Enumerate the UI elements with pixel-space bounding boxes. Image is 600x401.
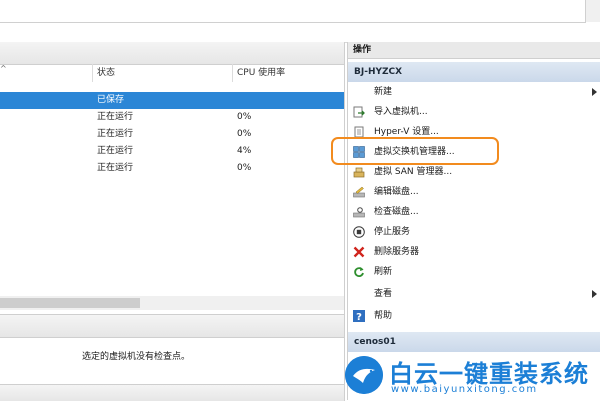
vm-cpu: 0% <box>237 112 252 122</box>
action-label: 停止服务 <box>374 227 411 237</box>
delete-icon <box>353 246 365 258</box>
action-inspect-disk[interactable]: 检查磁盘... <box>348 202 600 222</box>
vm-row[interactable]: 正在运行 0% <box>0 109 344 126</box>
checkpoints-header <box>0 315 344 338</box>
inspect-disk-icon <box>353 207 365 218</box>
action-label: 导入虚拟机... <box>374 107 428 117</box>
vm-cpu: 0% <box>237 129 252 139</box>
actions-pane: 操作 BJ-HYZCX 新建 导入虚拟机... Hyper-V 设置... 虚拟… <box>347 42 600 400</box>
vm-cpu: 4% <box>237 146 252 156</box>
vm-row[interactable]: 正在运行 0% <box>0 160 344 177</box>
column-separator <box>92 64 93 82</box>
submenu-arrow-icon <box>592 88 597 96</box>
vm-state: 正在运行 <box>97 146 134 156</box>
refresh-icon <box>354 267 364 277</box>
cpu-column-header[interactable]: CPU 使用率 <box>237 64 285 82</box>
no-checkpoints-message: 选定的虚拟机没有检查点。 <box>82 352 191 362</box>
import-icon <box>353 106 365 118</box>
watermark-url: www.baiyunxitong.com <box>391 384 538 395</box>
action-new[interactable]: 新建 <box>348 82 600 102</box>
details-panel-header <box>0 384 345 401</box>
vm-cpu: 0% <box>237 163 252 173</box>
name-column-header[interactable]: ^ <box>0 64 8 82</box>
top-scrollbar[interactable] <box>586 0 600 22</box>
action-delete-server[interactable]: 删除服务器 <box>348 242 600 262</box>
action-label: 刷新 <box>374 267 393 277</box>
window-top-strip <box>0 0 600 43</box>
edit-disk-icon <box>353 186 365 198</box>
actions-title: 操作 <box>348 42 600 59</box>
stop-icon <box>353 226 365 238</box>
action-label: 检查磁盘... <box>374 207 419 217</box>
action-label: 新建 <box>374 87 393 97</box>
sort-caret-icon: ^ <box>0 64 7 73</box>
vm-state: 正在运行 <box>97 163 134 173</box>
action-help[interactable]: ? 帮助 <box>348 306 600 326</box>
action-stop-service[interactable]: 停止服务 <box>348 222 600 242</box>
action-label: 帮助 <box>374 311 393 321</box>
column-separator <box>232 64 233 82</box>
vm-row[interactable]: 正在运行 4% <box>0 143 344 160</box>
action-edit-disk[interactable]: 编辑磁盘... <box>348 182 600 202</box>
action-view[interactable]: 查看 <box>348 284 600 304</box>
checkpoints-panel: 选定的虚拟机没有检查点。 <box>0 314 345 385</box>
bird-logo-icon <box>345 356 383 394</box>
action-import-vm[interactable]: 导入虚拟机... <box>348 102 600 122</box>
action-label: 虚拟 SAN 管理器... <box>374 167 453 177</box>
help-icon: ? <box>353 310 365 322</box>
vm-state: 已保存 <box>97 95 125 105</box>
vm-row[interactable]: 正在运行 0% <box>0 126 344 143</box>
horizontal-scrollbar[interactable] <box>0 296 344 310</box>
highlight-box <box>331 137 499 165</box>
vm-group-header[interactable]: cenos01 <box>348 332 600 352</box>
submenu-arrow-icon <box>592 290 597 298</box>
action-label: 查看 <box>374 289 393 299</box>
scrollbar-thumb[interactable] <box>0 298 140 308</box>
vm-row[interactable]: 已保存 <box>0 92 344 109</box>
action-label: 编辑磁盘... <box>374 187 419 197</box>
action-virtual-san-manager[interactable]: 虚拟 SAN 管理器... <box>348 162 600 182</box>
vm-state: 正在运行 <box>97 129 134 139</box>
action-refresh[interactable]: 刷新 <box>348 262 600 282</box>
top-pane <box>0 0 586 23</box>
server-group-header[interactable]: BJ-HYZCX <box>348 62 600 82</box>
virtual-machines-panel: ^ 状态 CPU 使用率 已保存 正在运行 0% 正在运行 0% 正在运行 4%… <box>0 42 345 314</box>
state-column-header[interactable]: 状态 <box>97 64 115 82</box>
san-manager-icon <box>353 167 365 178</box>
vm-panel-header <box>0 42 344 65</box>
svg-text:?: ? <box>356 312 362 322</box>
vm-state: 正在运行 <box>97 112 134 122</box>
watermark: 白云一键重装系统 www.baiyunxitong.com <box>345 356 600 400</box>
action-label: 删除服务器 <box>374 247 420 257</box>
